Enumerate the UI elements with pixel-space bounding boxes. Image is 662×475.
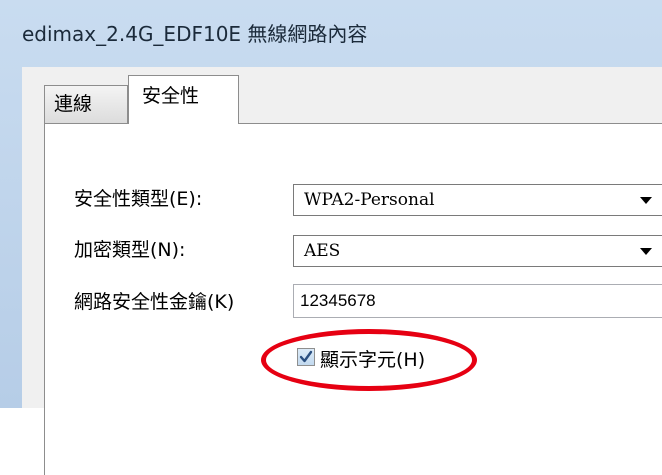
security-type-value: WPA2-Personal bbox=[304, 190, 435, 210]
chevron-down-icon bbox=[640, 197, 652, 204]
tab-security[interactable]: 安全性 bbox=[128, 75, 239, 124]
encryption-type-value: AES bbox=[304, 241, 341, 261]
network-key-input[interactable]: 12345678 bbox=[293, 284, 662, 318]
red-highlight-ellipse bbox=[261, 329, 477, 391]
chevron-down-icon bbox=[640, 248, 652, 255]
security-type-label: 安全性類型(E): bbox=[74, 188, 203, 210]
encryption-type-label: 加密類型(N): bbox=[74, 239, 186, 261]
network-key-value: 12345678 bbox=[300, 291, 376, 310]
tab-connection[interactable]: 連線 bbox=[44, 85, 128, 123]
window-title: edimax_2.4G_EDF10E 無線網路內容 bbox=[22, 22, 368, 46]
security-type-select[interactable]: WPA2-Personal bbox=[293, 184, 662, 216]
network-key-label: 網路安全性金鑰(K) bbox=[74, 291, 235, 313]
encryption-type-select[interactable]: AES bbox=[293, 235, 662, 267]
